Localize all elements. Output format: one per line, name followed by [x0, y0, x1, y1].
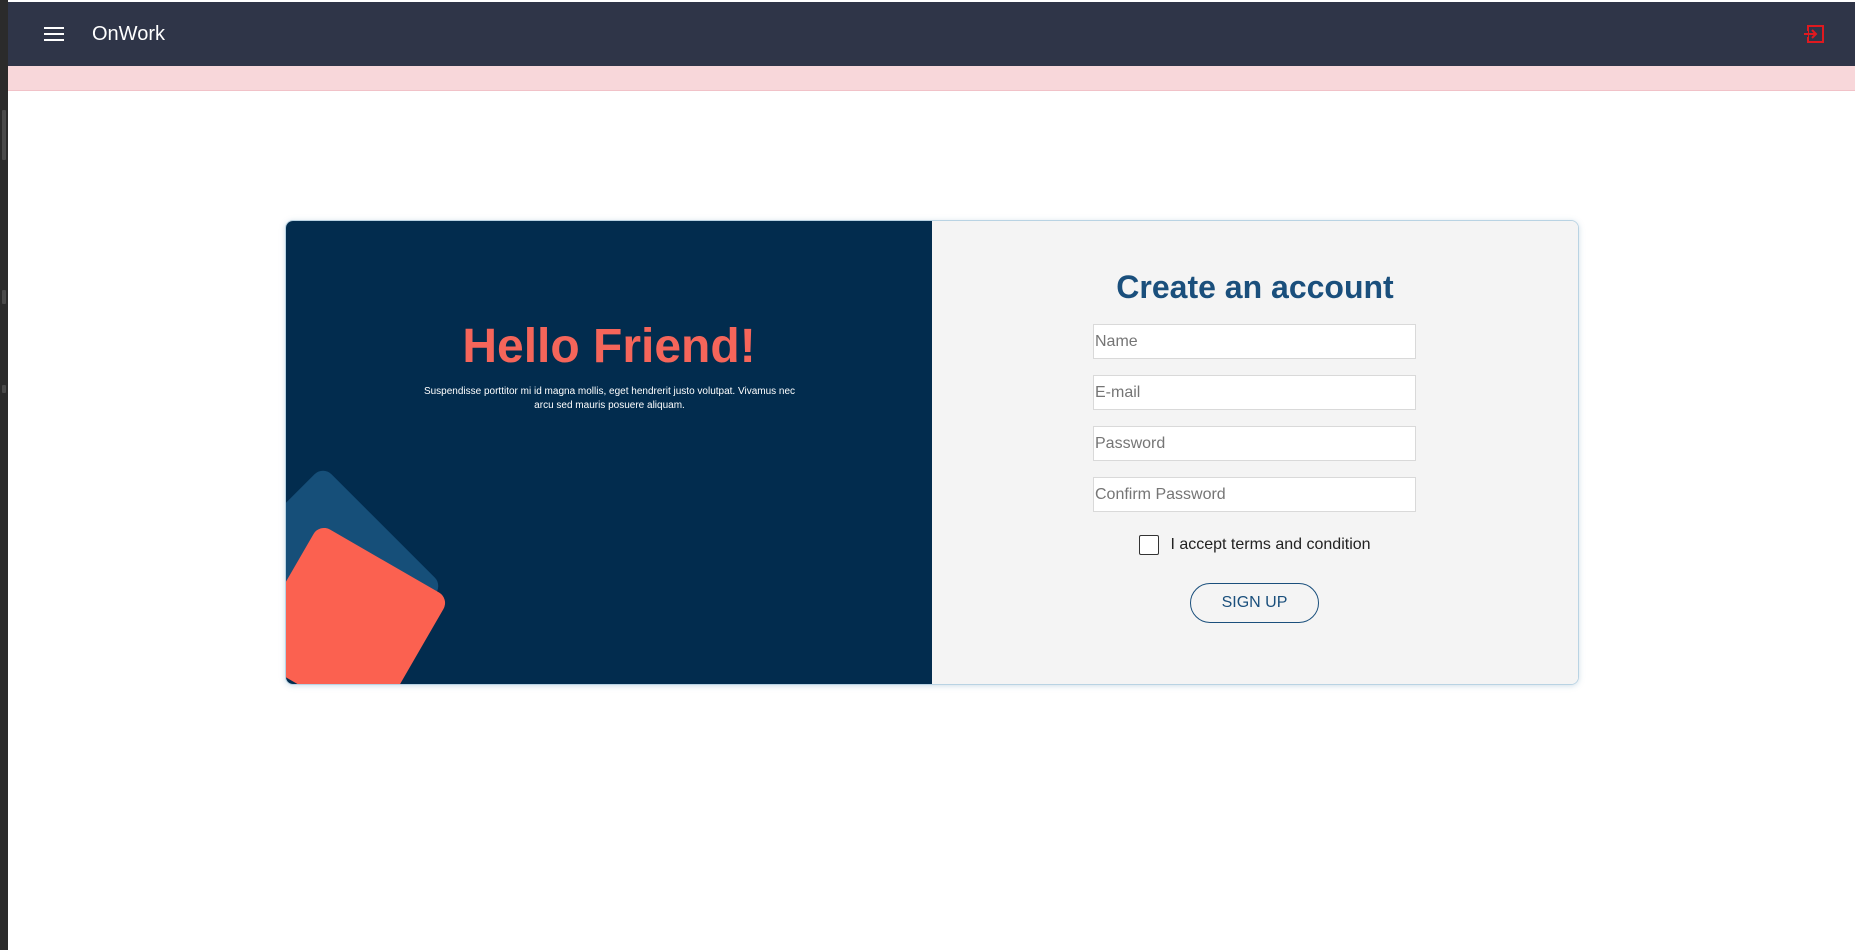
welcome-heading: Hello Friend! — [462, 320, 756, 373]
form-title: Create an account — [1116, 269, 1394, 305]
terms-checkbox[interactable] — [1139, 535, 1160, 555]
hamburger-menu-icon[interactable] — [32, 12, 76, 56]
password-input[interactable] — [1093, 426, 1416, 461]
welcome-panel: Hello Friend! Suspendisse porttitor mi i… — [286, 221, 932, 684]
logout-icon[interactable] — [1801, 20, 1829, 48]
terms-label[interactable]: I accept terms and condition — [1170, 536, 1370, 554]
signup-form-panel: Create an account I accept terms and con… — [932, 221, 1578, 684]
sign-up-button[interactable]: SIGN UP — [1190, 583, 1319, 623]
top-app-bar: OnWork — [8, 2, 1855, 66]
edge-mark — [2, 385, 6, 393]
edge-mark — [2, 290, 6, 304]
alert-banner — [8, 66, 1855, 91]
left-window-edge — [0, 0, 8, 950]
edge-mark — [2, 110, 6, 160]
name-input[interactable] — [1093, 324, 1416, 359]
welcome-text: Suspendisse porttitor mi id magna mollis… — [423, 386, 796, 411]
app-title: OnWork — [92, 22, 165, 45]
email-input[interactable] — [1093, 375, 1416, 410]
signup-card: Hello Friend! Suspendisse porttitor mi i… — [285, 220, 1579, 685]
confirm-password-input[interactable] — [1093, 477, 1416, 512]
terms-row: I accept terms and condition — [932, 535, 1578, 555]
